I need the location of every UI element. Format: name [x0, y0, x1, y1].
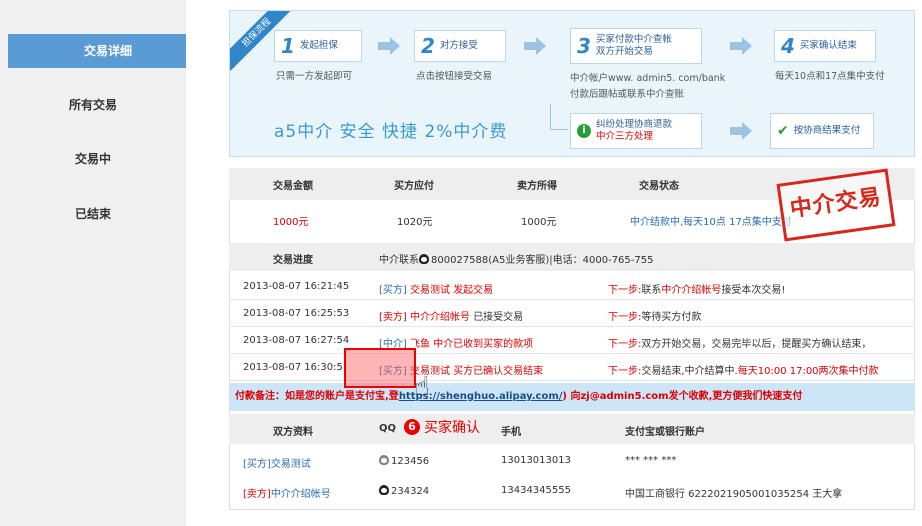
party-name: [卖方]中介介绍帐号 — [243, 489, 331, 500]
col-buyer-pays: 买方应付 — [394, 181, 434, 192]
payment-note-bar: 付款备注：如是您的账户是支付宝,登https://shenghuo.alipay… — [229, 383, 915, 411]
progress-title: 交易进度 — [273, 255, 313, 266]
callout-number: 6 — [404, 419, 420, 435]
party-name-link[interactable]: 交易测试 — [271, 459, 311, 470]
row-time: 2013-08-07 16:27:54 — [243, 335, 350, 346]
agree-label: 按协商结果支付 — [793, 125, 861, 136]
contact-line: 中介联系 800027588(A5业务客服)|电话：4000-765-755 — [379, 254, 654, 266]
main-panel: 担保流程 1 发起担保 只需一方发起即可 2 对方接受 点击按钮接受交易 3 买… — [186, 0, 922, 526]
step-label: 买家付款中介查帐 双方开始交易 — [595, 34, 672, 57]
buyer-pays-value: 1020元 — [397, 217, 433, 228]
step-number: 4 — [781, 34, 795, 58]
check-icon: ✔ — [777, 123, 789, 139]
table-row: [买方]交易测试 123456 13013013013 *** *** *** — [229, 448, 915, 476]
status-value: 中介结款中,每天10点 17点集中支付 — [630, 217, 792, 228]
callout-text: 买家确认 — [424, 420, 480, 436]
col-status: 交易状态 — [639, 181, 679, 192]
slogan: a5中介 安全 快捷 2%中介费 — [274, 122, 508, 142]
step-desc: 每天10点和17点集中支付 — [775, 71, 885, 82]
party-name-link[interactable]: 中介介绍帐号 — [271, 489, 331, 500]
branch-line — [550, 129, 568, 130]
flow-step-2: 2 对方接受 — [414, 30, 506, 62]
step-number: 3 — [577, 34, 591, 58]
step-label: 发起担保 — [299, 40, 338, 51]
row-next-step: 下一步:双方开始交易，交易完毕以后，提醒买方确认结束， — [608, 339, 872, 350]
col-amount: 交易金额 — [273, 181, 313, 192]
party-account: 中国工商银行 6222021905001035254 王大拿 — [625, 489, 843, 500]
table-row: [卖方]中介介绍帐号 234324 13434345555 中国工商银行 622202… — [229, 478, 915, 506]
party-phone: 13434345555 — [501, 485, 571, 496]
flow-step-4: 4 买家确认结束 — [774, 30, 876, 62]
row-event: [买方] 交易测试 发起交易 — [379, 285, 494, 296]
row-next-step: 下一步:等待买方付款 — [608, 312, 702, 323]
branch-line — [550, 104, 551, 130]
hand-cursor-icon: ☝ — [414, 372, 430, 402]
sidebar-item-in-progress[interactable]: 交易中 — [0, 142, 186, 176]
row-time: 2013-08-07 16:25:53 — [243, 308, 350, 319]
step-number: 1 — [281, 34, 295, 58]
flow-step-1: 1 发起担保 — [274, 30, 362, 62]
step-desc: 中介帐户www. admin5. com/bank 付款后跟帖或联系中介查账 — [570, 73, 726, 100]
qq-icon — [379, 455, 389, 465]
highlight-box — [344, 348, 416, 388]
flow-dispute: i 纠纷处理协商退款 中介三方处理 — [570, 113, 702, 149]
sidebar-item-finished[interactable]: 已结束 — [0, 197, 186, 231]
flow-step-3: 3 买家付款中介查帐 双方开始交易 — [570, 28, 702, 64]
dispute-label: 纠纷处理协商退款 中介三方处理 — [596, 119, 673, 142]
step-label: 买家确认结束 — [799, 40, 857, 51]
col-phone: 手机 — [501, 427, 521, 438]
party-qq: 123456 — [379, 455, 429, 467]
party-qq: 234324 — [379, 485, 429, 497]
sidebar-item-transaction-detail[interactable]: 交易详细 — [8, 34, 224, 68]
row-time: 2013-08-07 16:21:45 — [243, 281, 350, 292]
col-parties: 双方资料 — [273, 427, 313, 438]
seller-gets-value: 1000元 — [521, 217, 557, 228]
row-name-link[interactable]: 中介介绍帐号 — [410, 312, 470, 323]
col-account: 支付宝或银行账户 — [625, 427, 705, 438]
flow-agree-pay: ✔ 按协商结果支付 — [770, 113, 874, 149]
row-event: [卖方] 中介介绍帐号 已接受交易 — [379, 312, 524, 323]
step-label: 对方接受 — [439, 40, 478, 51]
party-phone: 13013013013 — [501, 455, 571, 466]
step-desc: 点击按钮接受交易 — [416, 71, 493, 82]
table-row: 2013-08-07 16:27:54 [中介] 飞鱼 中介已收到买家的款项 下一步… — [229, 327, 915, 354]
amount-value: 1000元 — [273, 217, 309, 228]
qq-icon — [419, 254, 429, 264]
col-qq: QQ — [379, 423, 397, 434]
step-callout: 6 买家确认 — [404, 417, 480, 437]
step-desc: 只需一方发起即可 — [276, 71, 353, 82]
row-next-step: 下一步:交易结束,中介结算中.每天10:00 17:00两次集中付款 — [608, 366, 879, 377]
parties-header-row: 双方资料 QQ 手机 支付宝或银行账户 — [229, 414, 915, 444]
row-next-step: 下一步:联系中介介绍帐号接受本次交易! — [608, 285, 786, 296]
step-number: 2 — [421, 34, 435, 58]
qq-icon — [379, 485, 389, 495]
party-name: [买方]交易测试 — [243, 459, 311, 470]
table-row: 2013-08-07 16:25:53 [卖方] 中介介绍帐号 已接受交易 下一步:… — [229, 300, 915, 327]
progress-header-row: 交易进度 中介联系 800027588(A5业务客服)|电话：4000-765-7… — [229, 243, 915, 271]
sidebar-item-all-transactions[interactable]: 所有交易 — [0, 88, 186, 122]
escrow-flow-panel: 担保流程 1 发起担保 只需一方发起即可 2 对方接受 点击按钮接受交易 3 买… — [229, 10, 915, 157]
table-row: 2013-08-07 16:30:5 [买方] 交易测试 买方已确认交易结束 下一步… — [229, 354, 915, 381]
row-name-link[interactable]: 交易测试 — [410, 285, 450, 296]
row-time: 2013-08-07 16:30:5 — [243, 362, 343, 373]
info-icon: i — [577, 124, 591, 138]
table-row: 2013-08-07 16:21:45 [买方] 交易测试 发起交易 下一步:联系中… — [229, 273, 915, 300]
col-seller-gets: 卖方所得 — [517, 181, 557, 192]
party-account: *** *** *** — [625, 455, 677, 466]
